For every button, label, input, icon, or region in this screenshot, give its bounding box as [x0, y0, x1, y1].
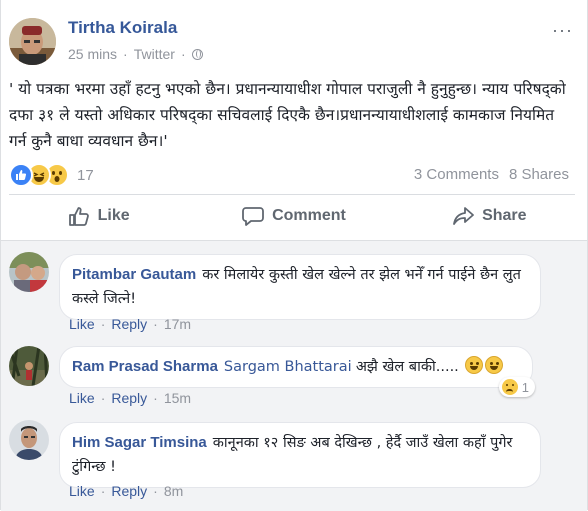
- comments-count[interactable]: 3 Comments: [414, 166, 499, 183]
- comment-reaction-count: 1: [521, 379, 529, 395]
- meta-separator: ·: [123, 46, 128, 62]
- meta-separator: ·: [153, 390, 158, 406]
- like-reaction-icon: [9, 163, 33, 187]
- facebook-post: Tirtha Koirala 25 mins · Twitter · ··· '…: [0, 0, 588, 511]
- divider: [9, 194, 575, 195]
- share-label: Share: [482, 207, 527, 224]
- thumbs-up-icon: [68, 207, 89, 226]
- comment-text: अझै खेल बाकी.....: [355, 359, 459, 375]
- comment-reply-link[interactable]: Reply: [111, 316, 147, 332]
- commenter-name[interactable]: Pitambar Gautam: [72, 266, 196, 283]
- meta-separator: ·: [100, 316, 106, 332]
- post-author-name[interactable]: Tirtha Koirala: [68, 18, 177, 38]
- meta-separator: ·: [180, 46, 186, 62]
- shares-count[interactable]: 8 Shares: [509, 166, 569, 183]
- share-button[interactable]: Share: [392, 199, 587, 233]
- speech-bubble-icon: [242, 207, 264, 226]
- meta-separator: ·: [100, 483, 106, 499]
- comment-like-link[interactable]: Like: [69, 390, 95, 406]
- commenter-avatar[interactable]: [9, 346, 49, 386]
- comment-time[interactable]: 17m: [164, 316, 191, 332]
- post-meta: 25 mins · Twitter ·: [68, 46, 203, 62]
- comment-actions: Like · Reply · 15m: [69, 390, 191, 406]
- reaction-count: 17: [77, 166, 94, 184]
- reactions-summary[interactable]: 17: [9, 163, 94, 187]
- commenter-avatar[interactable]: [9, 252, 49, 292]
- comment-actions: Like · Reply · 17m: [69, 316, 191, 332]
- grinning-emoji-icon: [464, 356, 483, 374]
- comment-like-link[interactable]: Like: [69, 316, 95, 332]
- more-options-icon[interactable]: ···: [552, 20, 573, 41]
- sad-reaction-icon: [501, 379, 518, 395]
- comment-bubble: Pitambar Gautam कर मिलायेर कुस्ती खेल खेल…: [59, 254, 541, 320]
- like-button[interactable]: Like: [1, 199, 196, 233]
- commenter-avatar[interactable]: [9, 420, 49, 460]
- meta-separator: ·: [153, 483, 158, 499]
- comment-label: Comment: [272, 207, 346, 224]
- comment-bubble: Ram Prasad Sharma Sargam Bhattarai अझै खे…: [59, 346, 533, 388]
- commenter-name[interactable]: Him Sagar Timsina: [72, 434, 207, 451]
- comment-reactions[interactable]: 1: [498, 377, 535, 397]
- post-body: ' यो पत्रका भरमा उहाँ हटनु भएको छैन। प्र…: [9, 80, 566, 150]
- grinning-emoji-icon: [484, 356, 503, 374]
- comment-bubble: Him Sagar Timsina कानूनका १२ सिङ अब देखिन…: [59, 422, 541, 488]
- share-arrow-icon: [453, 207, 474, 225]
- post-actions-bar: Like Comment Share: [1, 199, 587, 233]
- post-time[interactable]: 25 mins: [68, 46, 117, 62]
- globe-icon[interactable]: [191, 48, 203, 60]
- like-label: Like: [97, 207, 130, 224]
- comment-reply-link[interactable]: Reply: [111, 483, 147, 499]
- comment-like-link[interactable]: Like: [69, 483, 95, 499]
- comment-button[interactable]: Comment: [196, 199, 391, 233]
- engagement-counts: 3 Comments 8 Shares: [414, 166, 569, 183]
- author-avatar[interactable]: [9, 18, 56, 65]
- meta-separator: ·: [100, 390, 106, 406]
- comment-time[interactable]: 8m: [164, 483, 183, 499]
- comment-time[interactable]: 15m: [164, 390, 191, 406]
- meta-separator: ·: [153, 316, 158, 332]
- mentioned-user[interactable]: Sargam Bhattarai: [224, 359, 352, 375]
- comment-reply-link[interactable]: Reply: [111, 390, 147, 406]
- commenter-name[interactable]: Ram Prasad Sharma: [72, 358, 218, 375]
- comment-actions: Like · Reply · 8m: [69, 483, 183, 499]
- post-source[interactable]: Twitter: [134, 46, 175, 62]
